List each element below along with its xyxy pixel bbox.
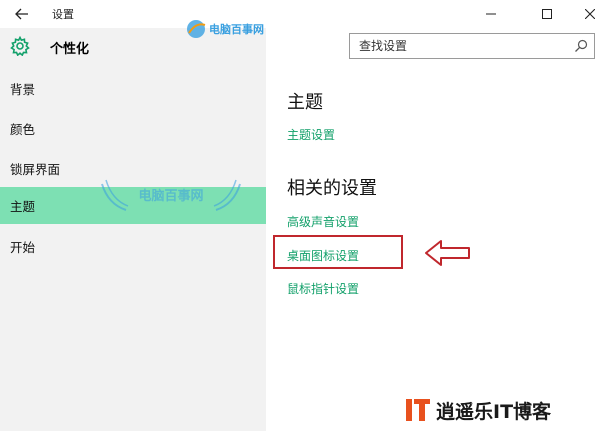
navigation-pane: 个性化 背景 颜色 锁屏界面 主题 开始 <box>0 28 266 431</box>
annotation-highlight-box <box>273 235 403 269</box>
search-input[interactable] <box>350 34 570 58</box>
nav-item-label: 颜色 <box>10 122 36 137</box>
theme-settings-link[interactable]: 主题设置 <box>287 126 335 143</box>
theme-heading: 主题 <box>287 92 323 113</box>
minimize-button[interactable] <box>468 0 514 28</box>
left-arrow-icon <box>425 240 470 266</box>
nav-item-background[interactable]: 背景 <box>0 70 266 107</box>
back-arrow-icon <box>15 8 28 20</box>
search-box[interactable] <box>349 33 595 59</box>
page-title: 个性化 <box>50 42 90 57</box>
gear-icon <box>10 36 30 56</box>
title-bar: 设置 <box>0 0 606 28</box>
close-button[interactable] <box>574 0 606 28</box>
close-icon <box>585 9 595 19</box>
blog-logo: 逍遥乐IT博客 <box>406 399 552 423</box>
nav-item-label: 主题 <box>10 199 36 214</box>
minimize-icon <box>486 13 496 15</box>
watermark-top-text: 电脑百事网 <box>209 22 264 36</box>
watermark-middle: 电脑百事网 <box>101 179 241 211</box>
nav-item-label: 背景 <box>10 82 36 97</box>
nav-item-colors[interactable]: 颜色 <box>0 110 266 147</box>
nav-item-label: 开始 <box>10 240 36 255</box>
nav-item-label: 锁屏界面 <box>10 162 61 177</box>
advanced-sound-settings-link[interactable]: 高级声音设置 <box>287 213 359 230</box>
maximize-icon <box>542 9 552 19</box>
nav-item-start[interactable]: 开始 <box>0 228 266 265</box>
search-icon[interactable] <box>574 39 588 53</box>
maximize-button[interactable] <box>524 0 570 28</box>
app-title: 设置 <box>52 8 74 21</box>
watermark-middle-text: 电脑百事网 <box>138 188 203 204</box>
blog-logo-text: 逍遥乐IT博客 <box>436 400 552 423</box>
watermark-top: 电脑百事网 <box>187 20 264 38</box>
settings-window: 设置 个性化 背景 颜色 锁屏界面 主题 开始 查找设置 主题 主题设置 相关的… <box>0 0 606 431</box>
mouse-pointer-settings-link[interactable]: 鼠标指针设置 <box>287 280 359 297</box>
related-settings-heading: 相关的设置 <box>287 178 377 199</box>
back-button[interactable] <box>8 2 36 26</box>
